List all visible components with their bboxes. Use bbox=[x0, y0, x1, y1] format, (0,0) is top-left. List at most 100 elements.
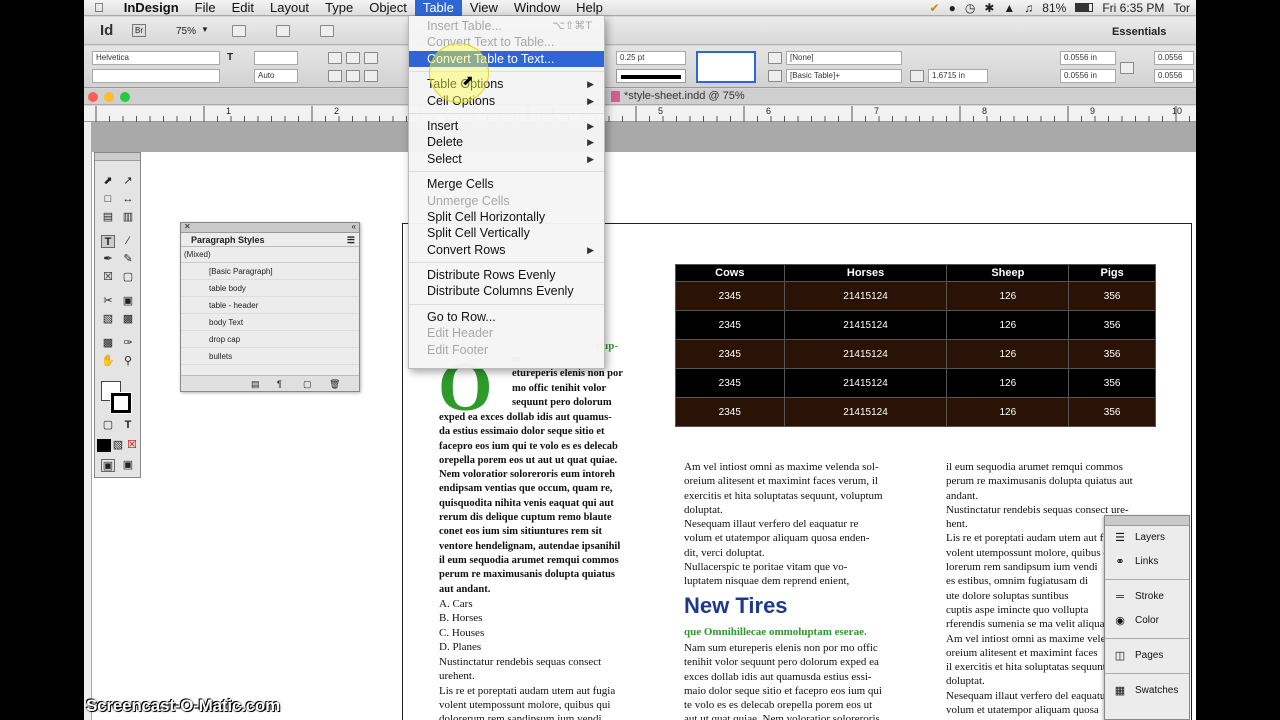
menu-table[interactable]: Table bbox=[414, 0, 462, 16]
menu-item[interactable]: Distribute Columns Evenly bbox=[409, 283, 604, 299]
zoom-level[interactable]: 75% bbox=[176, 26, 196, 37]
menu-item[interactable]: Merge Cells bbox=[409, 176, 604, 192]
arrange-documents-icon[interactable] bbox=[320, 25, 334, 37]
justify-icon[interactable] bbox=[328, 70, 342, 82]
table-cell[interactable]: 21415124 bbox=[783, 397, 948, 427]
style-list-item[interactable]: [Basic Paragraph] bbox=[181, 263, 359, 280]
layers-panel-button[interactable]: ☰ Layers bbox=[1105, 526, 1189, 550]
stroke-weight-field[interactable]: 0.25 pt bbox=[616, 51, 686, 65]
minimize-window-icon[interactable] bbox=[104, 92, 114, 102]
view-options-icon[interactable] bbox=[232, 25, 246, 37]
free-transform-tool-icon[interactable]: ▣ bbox=[121, 295, 135, 308]
align-left-icon[interactable] bbox=[328, 52, 342, 64]
style-list-item[interactable]: table body bbox=[181, 280, 359, 297]
menu-edit[interactable]: Edit bbox=[224, 0, 262, 16]
menu-item[interactable]: Distribute Rows Evenly bbox=[409, 267, 604, 283]
bridge-button[interactable]: Br bbox=[132, 24, 146, 37]
document-title[interactable]: *style-sheet.indd @ 75% bbox=[624, 90, 745, 102]
inset-top-field[interactable]: 0.0556 in bbox=[1060, 51, 1116, 65]
pen-tool-icon[interactable]: ✒ bbox=[101, 253, 115, 266]
gap-tool-icon[interactable]: ↔ bbox=[121, 193, 135, 206]
table-cell[interactable]: 2345 bbox=[675, 339, 785, 369]
table-cell[interactable]: 2345 bbox=[675, 281, 785, 311]
table-cell[interactable]: 356 bbox=[1068, 310, 1156, 340]
table-cell[interactable]: 356 bbox=[1068, 397, 1156, 427]
workspace-switcher[interactable]: Essentials bbox=[1112, 26, 1166, 38]
section-heading[interactable]: New Tires bbox=[684, 593, 788, 619]
delete-style-icon[interactable]: 🗑 bbox=[329, 379, 340, 390]
table-header-cell[interactable]: Pigs bbox=[1068, 264, 1156, 282]
gradient-feather-tool-icon[interactable]: ▩ bbox=[121, 313, 135, 326]
menu-type[interactable]: Type bbox=[317, 0, 361, 16]
style-list-item[interactable]: body Text bbox=[181, 314, 359, 331]
menu-item[interactable]: Select ▶ bbox=[409, 151, 604, 167]
row-height-field[interactable]: 1.6715 in bbox=[928, 69, 988, 83]
cell-style-field[interactable]: [None] bbox=[786, 51, 902, 65]
battery-icon[interactable] bbox=[1075, 3, 1094, 12]
tools-panel-header[interactable] bbox=[95, 153, 140, 161]
dock-header[interactable] bbox=[1105, 516, 1189, 526]
collapse-icon[interactable]: « bbox=[352, 222, 356, 231]
formatting-container-icon[interactable]: ▢ bbox=[101, 419, 115, 432]
new-style-icon[interactable]: ▢ bbox=[303, 379, 312, 390]
table-cell[interactable]: 21415124 bbox=[783, 339, 948, 369]
zoom-window-icon[interactable] bbox=[120, 92, 130, 102]
font-family-field[interactable]: Helvetica bbox=[92, 51, 220, 65]
menu-item[interactable]: Insert ▶ bbox=[409, 118, 604, 134]
pencil-tool-icon[interactable]: ✎ bbox=[121, 253, 135, 266]
user-name[interactable]: Tor bbox=[1173, 1, 1190, 15]
close-icon[interactable]: ✕ bbox=[184, 222, 191, 231]
table-cell[interactable]: 126 bbox=[946, 310, 1070, 340]
link-insets-icon[interactable] bbox=[1120, 62, 1134, 74]
menu-file[interactable]: File bbox=[187, 0, 224, 16]
inset-right-top-field[interactable]: 0.0556 bbox=[1154, 51, 1194, 65]
note-tool-icon[interactable]: ▩ bbox=[101, 337, 115, 350]
align-right-icon[interactable] bbox=[364, 52, 378, 64]
inset-right-bottom-field[interactable]: 0.0556 bbox=[1154, 69, 1194, 83]
table-cell[interactable]: 356 bbox=[1068, 339, 1156, 369]
creative-cloud-icon[interactable]: ● bbox=[949, 1, 956, 15]
selection-tool-icon[interactable]: ⬈ bbox=[101, 175, 115, 188]
menu-item[interactable]: Split Cell Horizontally bbox=[409, 209, 604, 225]
table-header-cell[interactable]: Sheep bbox=[946, 264, 1070, 282]
section-subhead[interactable]: que Omnihillecae ommoluptam eserae. bbox=[684, 626, 867, 638]
normal-mode-icon[interactable]: ▣ bbox=[101, 459, 115, 472]
horizontal-ruler[interactable]: 1 2 3 4 5 6 7 8 9 10 bbox=[84, 106, 1196, 122]
menu-item[interactable]: Go to Row... bbox=[409, 309, 604, 325]
eyedropper-tool-icon[interactable]: ✑ bbox=[121, 337, 135, 350]
menu-view[interactable]: View bbox=[462, 0, 506, 16]
align-center-icon[interactable] bbox=[346, 52, 360, 64]
wifi-icon[interactable]: ▲ bbox=[1003, 1, 1015, 15]
stroke-panel-button[interactable]: ═ Stroke bbox=[1105, 585, 1189, 609]
table-cell[interactable]: 126 bbox=[946, 281, 1070, 311]
text-column-1-tail[interactable]: Nustinctatur rendebis sequas consect ureh… bbox=[439, 655, 649, 720]
panel-header[interactable]: ✕ « bbox=[181, 222, 359, 233]
close-window-icon[interactable] bbox=[88, 92, 98, 102]
line-tool-icon[interactable]: ∕ bbox=[121, 235, 135, 248]
table-cell[interactable]: 2345 bbox=[675, 397, 785, 427]
style-list-item[interactable]: bullets bbox=[181, 348, 359, 365]
apple-icon[interactable]:  bbox=[84, 0, 116, 16]
stroke-type-swatch[interactable] bbox=[616, 69, 686, 83]
style-list-item[interactable]: drop cap bbox=[181, 331, 359, 348]
swatches-panel-button[interactable]: ▦ Swatches bbox=[1105, 679, 1189, 703]
menu-item[interactable]: Delete ▶ bbox=[409, 134, 604, 150]
apply-gradient-icon[interactable]: ▧ bbox=[111, 439, 125, 452]
menu-object[interactable]: Object bbox=[361, 0, 415, 16]
table-cell[interactable]: 2345 bbox=[675, 310, 785, 340]
formatting-text-icon[interactable]: T bbox=[121, 419, 135, 432]
stroke-swatch-icon[interactable] bbox=[110, 392, 132, 414]
apply-color-icon[interactable] bbox=[97, 439, 111, 452]
table-stroke-proxy[interactable] bbox=[696, 51, 756, 83]
volume-icon[interactable]: ♫ bbox=[1024, 1, 1033, 15]
data-table[interactable]: Cows Horses Sheep Pigs 2345 21415124 126 35… bbox=[675, 264, 1156, 427]
rectangle-frame-tool-icon[interactable]: ☒ bbox=[101, 271, 115, 284]
direct-selection-tool-icon[interactable]: ↗ bbox=[121, 175, 135, 188]
battery-percent[interactable]: 81% bbox=[1042, 1, 1066, 15]
clear-overrides-icon[interactable]: ¶ bbox=[277, 379, 282, 389]
hand-tool-icon[interactable]: ✋ bbox=[101, 355, 115, 368]
pages-panel-button[interactable]: ◫ Pages bbox=[1105, 644, 1189, 668]
menu-window[interactable]: Window bbox=[506, 0, 568, 16]
font-style-field[interactable] bbox=[92, 69, 220, 83]
style-group-icon[interactable]: ▤ bbox=[251, 379, 260, 390]
